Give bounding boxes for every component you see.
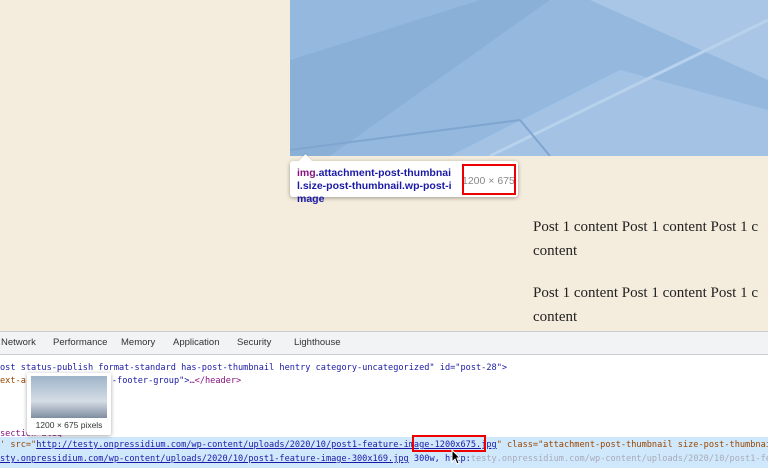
tooltip-tag-name: img	[297, 167, 316, 179]
tab-memory[interactable]: Memory	[121, 337, 155, 348]
tab-application[interactable]: Application	[173, 337, 219, 348]
dom-line-img-srcset: sty.onpressidium.com/wp-content/uploads/…	[0, 454, 768, 464]
tab-network[interactable]: Network	[1, 337, 36, 348]
paragraph-2-line-2: content	[533, 309, 578, 325]
tab-lighthouse[interactable]: Lighthouse	[294, 337, 340, 348]
tooltip-arrow	[299, 154, 312, 167]
filename-highlight-box	[412, 435, 486, 452]
mouse-cursor-icon	[451, 449, 461, 465]
image-preview-popover: 1200 × 675 pixels	[27, 373, 111, 435]
tab-security[interactable]: Security	[237, 337, 271, 348]
tab-performance[interactable]: Performance	[53, 337, 107, 348]
tooltip-selector: img.attachment-post-thumbnail.size-post-…	[297, 167, 455, 206]
dom-line-article[interactable]: ost status-publish format-standard has-p…	[0, 363, 507, 373]
browser-viewport: img.attachment-post-thumbnail.size-post-…	[0, 0, 768, 331]
laptop-photo	[290, 0, 768, 156]
tooltip-class-list: .attachment-post-thumbnail.size-post-thu…	[297, 167, 452, 205]
image-preview-caption: 1200 × 675 pixels	[35, 420, 103, 430]
paragraph-1-line-1: Post 1 content Post 1 content Post 1 c	[533, 219, 758, 235]
image-preview-thumbnail	[31, 376, 107, 418]
img-srcset-link[interactable]: sty.onpressidium.com/wp-content/uploads/…	[0, 454, 409, 464]
devtools-tab-bar: Network Performance Memory Application S…	[0, 332, 768, 355]
dom-line-img-src: ' src="http://testy.onpressidium.com/wp-…	[0, 440, 768, 450]
paragraph-1-line-2: content	[533, 243, 578, 259]
dimensions-highlight-box	[462, 164, 516, 195]
devtools-panel: Network Performance Memory Application S…	[0, 331, 768, 468]
selected-dom-node[interactable]: ' src="http://testy.onpressidium.com/wp-…	[0, 437, 768, 468]
post-featured-image[interactable]	[290, 0, 768, 156]
paragraph-2-line-1: Post 1 content Post 1 content Post 1 c	[533, 285, 758, 301]
